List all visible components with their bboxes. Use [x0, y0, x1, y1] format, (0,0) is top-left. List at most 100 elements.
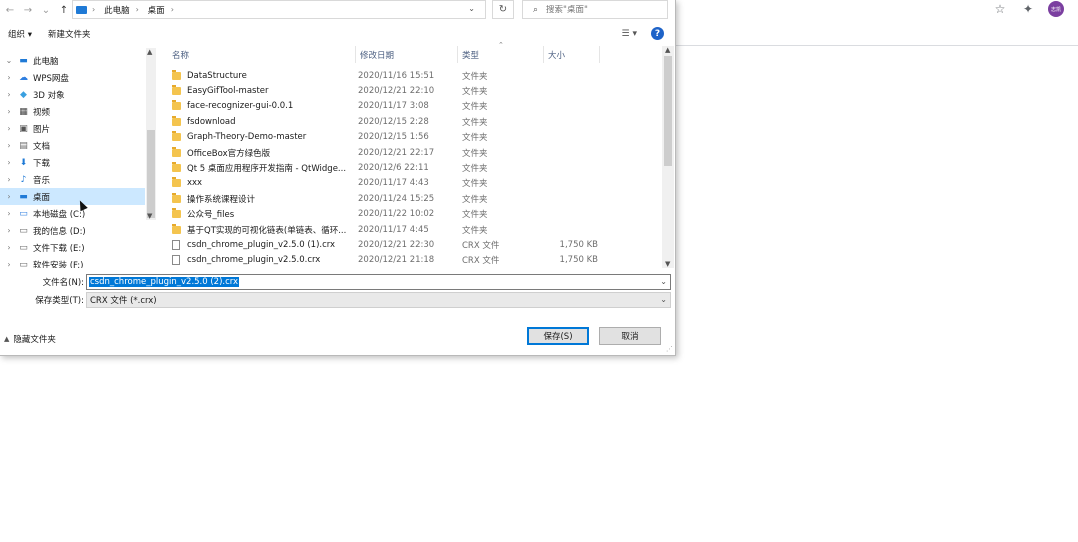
filename-field[interactable]: csdn_chrome_plugin_v2.5.0 (2).crx ⌄: [86, 274, 671, 290]
file-date: 2020/12/21 21:18: [358, 255, 435, 266]
tree-item-label: 图片: [33, 124, 51, 135]
cancel-button[interactable]: 取消: [599, 327, 661, 345]
scroll-down-icon[interactable]: ▼: [665, 260, 670, 268]
table-row[interactable]: 操作系统课程设计 2020/11/24 15:25 文件夹: [168, 191, 662, 206]
file-size: [546, 130, 598, 145]
chevron-right-icon[interactable]: ›: [4, 158, 14, 167]
toolbar: 组织 ▾ 新建文件夹 ☰ ▾ ?: [0, 24, 676, 44]
new-folder-button[interactable]: 新建文件夹: [40, 28, 99, 40]
tree-item-3d[interactable]: › ◆ 3D 对象: [0, 86, 145, 103]
chevron-down-icon[interactable]: ⌄: [4, 56, 14, 65]
tree-item-drive-d[interactable]: › ▭ 我的信息 (D:): [0, 222, 145, 239]
drive-icon: ▭: [19, 242, 28, 253]
filename-value[interactable]: csdn_chrome_plugin_v2.5.0 (2).crx: [89, 277, 240, 287]
folder-icon: [172, 177, 181, 188]
table-row[interactable]: OfficeBox官方绿色版 2020/12/21 22:17 文件夹: [168, 145, 662, 160]
scroll-thumb[interactable]: [147, 130, 155, 218]
file-name: csdn_chrome_plugin_v2.5.0 (1).crx: [187, 240, 336, 251]
chevron-right-icon[interactable]: ›: [4, 73, 14, 82]
chevron-up-icon: ▲: [4, 335, 10, 343]
chevron-down-icon[interactable]: ⌄: [660, 295, 667, 304]
chevron-right-icon[interactable]: ›: [4, 260, 14, 268]
file-type: CRX 文件: [462, 256, 500, 267]
tree-item-documents[interactable]: › ▤ 文档: [0, 137, 145, 154]
breadcrumb-this-pc[interactable]: 此电脑: [104, 4, 130, 16]
table-row[interactable]: 公众号_files 2020/11/22 10:02 文件夹: [168, 207, 662, 222]
tree-item-drive-f[interactable]: › ▭ 软件安装 (F:): [0, 256, 145, 269]
chevron-right-icon[interactable]: ›: [4, 192, 14, 201]
up-icon[interactable]: ↑: [56, 2, 72, 18]
chevron-right-icon: ›: [92, 5, 96, 14]
star-icon[interactable]: ☆: [992, 1, 1008, 17]
table-row[interactable]: csdn_chrome_plugin_v2.5.0 (1).crx 2020/12…: [168, 237, 662, 252]
tree-item-this-pc[interactable]: ⌄ ▬ 此电脑: [0, 52, 145, 69]
filetype-select[interactable]: CRX 文件 (*.crx) ⌄: [86, 292, 671, 308]
toolbar-right: ☰ ▾ ?: [622, 27, 664, 40]
chevron-right-icon[interactable]: ›: [4, 226, 14, 235]
chevron-right-icon[interactable]: ›: [4, 175, 14, 184]
help-icon[interactable]: ?: [651, 27, 664, 40]
scroll-thumb[interactable]: [664, 56, 672, 166]
avatar[interactable]: 志凯: [1048, 1, 1064, 17]
table-row[interactable]: xxx 2020/11/17 4:43 文件夹: [168, 176, 662, 191]
breadcrumb-desktop[interactable]: 桌面: [148, 4, 165, 16]
tree-scrollbar[interactable]: ▲ ▼: [146, 48, 156, 220]
chevron-right-icon[interactable]: ›: [4, 209, 14, 218]
table-row[interactable]: face-recognizer-gui-0.0.1 2020/11/17 3:08…: [168, 99, 662, 114]
browser-actions: ☆ ✦ 志凯: [992, 1, 1064, 17]
chevron-right-icon[interactable]: ›: [4, 124, 14, 133]
table-row[interactable]: 基于QT实现的可视化链表(单链表、循环... 2020/11/17 4:45 文件夹: [168, 222, 662, 237]
chevron-down-icon[interactable]: ⌄: [468, 4, 475, 13]
tree-item-label: 文件下载 (E:): [33, 243, 85, 254]
scroll-up-icon[interactable]: ▲: [147, 48, 152, 56]
table-row[interactable]: EasyGifTool-master 2020/12/21 22:10 文件夹: [168, 83, 662, 98]
column-date[interactable]: 修改日期: [356, 46, 458, 63]
table-row[interactable]: DataStructure 2020/11/16 15:51 文件夹: [168, 68, 662, 83]
table-row[interactable]: csdn_chrome_plugin_v2.5.0.crx 2020/12/21 …: [168, 253, 662, 268]
address-bar[interactable]: › 此电脑 › 桌面 › ⌄: [72, 0, 486, 19]
recent-dropdown-icon[interactable]: ⌄: [38, 2, 54, 18]
folder-icon: [172, 223, 181, 234]
tree-item-video[interactable]: › ▦ 视频: [0, 103, 145, 120]
list-scrollbar[interactable]: ▲ ▼: [662, 46, 674, 268]
tree-item-downloads[interactable]: › ⬇ 下载: [0, 154, 145, 171]
search-box[interactable]: ⌕: [522, 0, 668, 19]
tree-item-drive-c[interactable]: › ▭ 本地磁盘 (C:): [0, 205, 145, 222]
resize-grip-icon[interactable]: ⋰: [666, 345, 673, 353]
extensions-icon[interactable]: ✦: [1020, 1, 1036, 17]
refresh-button[interactable]: ↻: [492, 0, 514, 19]
save-button[interactable]: 保存(S): [527, 327, 589, 345]
view-options-icon[interactable]: ☰ ▾: [622, 29, 637, 39]
file-name: DataStructure: [187, 70, 247, 81]
tree-item-label: 本地磁盘 (C:): [33, 209, 86, 220]
scroll-up-icon[interactable]: ▲: [665, 46, 670, 54]
column-type[interactable]: 类型: [458, 46, 544, 63]
table-row[interactable]: Qt 5 桌面应用程序开发指南 - QtWidge... 2020/12/6 22…: [168, 160, 662, 175]
file-date: 2020/12/6 22:11: [358, 163, 429, 174]
hide-folders-toggle[interactable]: ▲ 隐藏文件夹: [4, 333, 56, 345]
column-name[interactable]: 名称: [168, 46, 356, 63]
tree-item-drive-e[interactable]: › ▭ 文件下载 (E:): [0, 239, 145, 256]
browser-divider: [676, 45, 1078, 46]
chevron-right-icon[interactable]: ›: [4, 141, 14, 150]
chevron-down-icon[interactable]: ⌄: [660, 277, 667, 286]
tree-item-desktop[interactable]: › ▬ 桌面: [0, 188, 145, 205]
forward-icon[interactable]: →: [20, 2, 36, 18]
search-input[interactable]: [546, 4, 657, 15]
back-icon[interactable]: ←: [2, 2, 18, 18]
file-name-cell: Qt 5 桌面应用程序开发指南 - QtWidge...: [172, 160, 356, 175]
chevron-right-icon[interactable]: ›: [4, 107, 14, 116]
table-row[interactable]: fsdownload 2020/12/15 2:28 文件夹: [168, 114, 662, 129]
chevron-right-icon[interactable]: ›: [4, 243, 14, 252]
drive-icon: ▭: [19, 208, 28, 219]
column-size[interactable]: 大小: [544, 46, 600, 63]
chevron-right-icon[interactable]: ›: [4, 90, 14, 99]
tree-item-music[interactable]: › ♪ 音乐: [0, 171, 145, 188]
scroll-down-icon[interactable]: ▼: [147, 212, 152, 220]
tree-item-wps[interactable]: › ☁ WPS网盘: [0, 69, 145, 86]
organize-button[interactable]: 组织 ▾: [0, 28, 40, 40]
table-row[interactable]: Graph-Theory-Demo-master 2020/12/15 1:56 文…: [168, 130, 662, 145]
file-name: EasyGifTool-master: [187, 86, 269, 97]
file-name: Qt 5 桌面应用程序开发指南 - QtWidge...: [187, 164, 347, 175]
tree-item-pictures[interactable]: › ▣ 图片: [0, 120, 145, 137]
